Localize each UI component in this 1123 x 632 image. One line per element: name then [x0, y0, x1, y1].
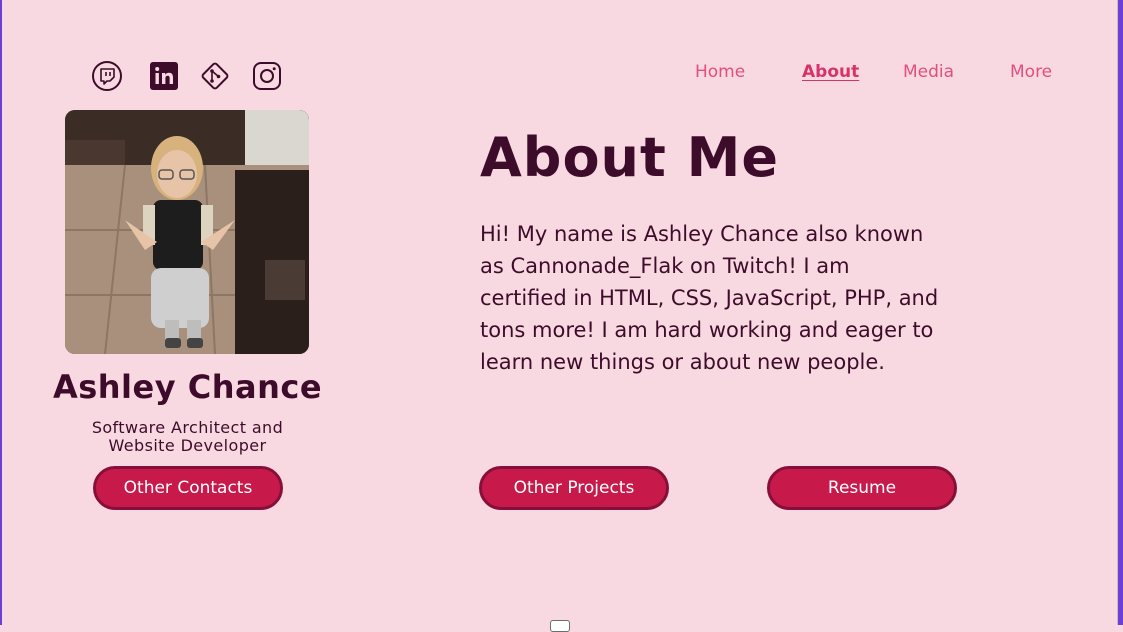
about-description: Hi! My name is Ashley Chance also known … [480, 222, 939, 374]
linkedin-icon[interactable] [148, 60, 180, 92]
instagram-icon[interactable] [251, 60, 283, 92]
nav-home-link[interactable]: Home [695, 62, 745, 82]
git-icon[interactable] [199, 60, 231, 92]
profile-photo [65, 110, 309, 354]
twitch-icon[interactable] [91, 60, 123, 92]
profile-name: Ashley Chance [52, 368, 323, 406]
nav-about-link[interactable]: About [802, 62, 859, 82]
other-contacts-button[interactable]: Other Contacts [93, 466, 283, 510]
nav-more-link[interactable]: More [1010, 62, 1052, 82]
resume-button[interactable]: Resume [767, 466, 957, 510]
footer-toggle[interactable] [550, 620, 570, 632]
window-frame-left [0, 0, 2, 625]
other-projects-button[interactable]: Other Projects [479, 466, 669, 510]
social-links [91, 60, 286, 94]
scrollbar[interactable] [1117, 0, 1123, 625]
nav-media-link[interactable]: Media [903, 62, 954, 82]
profile-role: Software Architect and Website Developer [91, 418, 284, 455]
page-title: About Me [480, 126, 779, 189]
